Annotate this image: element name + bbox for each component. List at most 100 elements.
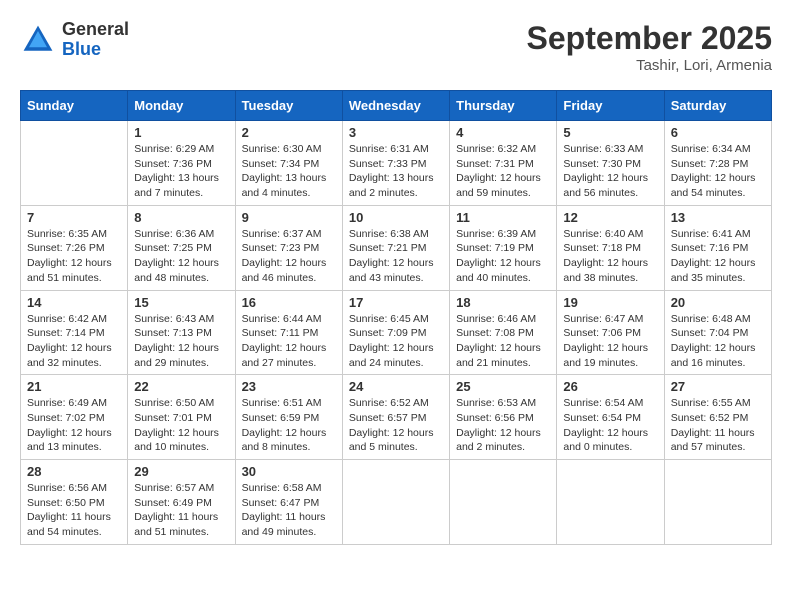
day-number: 25 bbox=[456, 379, 550, 394]
cell-line: Sunset: 6:56 PM bbox=[456, 411, 550, 426]
cell-line: and 21 minutes. bbox=[456, 356, 550, 371]
cell-info: Sunrise: 6:40 AMSunset: 7:18 PMDaylight:… bbox=[563, 227, 657, 286]
cell-line: Daylight: 12 hours bbox=[349, 426, 443, 441]
day-number: 9 bbox=[242, 210, 336, 225]
cell-info: Sunrise: 6:57 AMSunset: 6:49 PMDaylight:… bbox=[134, 481, 228, 540]
cell-line: Sunrise: 6:50 AM bbox=[134, 396, 228, 411]
cell-info: Sunrise: 6:34 AMSunset: 7:28 PMDaylight:… bbox=[671, 142, 765, 201]
cell-line: Sunset: 7:11 PM bbox=[242, 326, 336, 341]
cell-info: Sunrise: 6:32 AMSunset: 7:31 PMDaylight:… bbox=[456, 142, 550, 201]
cell-line: Daylight: 13 hours bbox=[134, 171, 228, 186]
cell-line: Sunrise: 6:46 AM bbox=[456, 312, 550, 327]
cell-line: and 59 minutes. bbox=[456, 186, 550, 201]
cell-line: Daylight: 12 hours bbox=[456, 426, 550, 441]
calendar-cell: 15Sunrise: 6:43 AMSunset: 7:13 PMDayligh… bbox=[128, 290, 235, 375]
calendar-cell: 25Sunrise: 6:53 AMSunset: 6:56 PMDayligh… bbox=[450, 375, 557, 460]
day-number: 24 bbox=[349, 379, 443, 394]
calendar-table: SundayMondayTuesdayWednesdayThursdayFrid… bbox=[20, 90, 772, 545]
title-block: September 2025 Tashir, Lori, Armenia bbox=[527, 20, 772, 74]
calendar-cell: 29Sunrise: 6:57 AMSunset: 6:49 PMDayligh… bbox=[128, 460, 235, 545]
cell-line: Sunset: 7:13 PM bbox=[134, 326, 228, 341]
logo-blue: Blue bbox=[62, 40, 129, 60]
cell-line: Daylight: 12 hours bbox=[456, 341, 550, 356]
cell-line: Sunset: 7:14 PM bbox=[27, 326, 121, 341]
cell-line: Sunrise: 6:36 AM bbox=[134, 227, 228, 242]
cell-line: and 56 minutes. bbox=[563, 186, 657, 201]
week-row-3: 14 Sunrise: 6:42 AMSunset: 7:14 PM Dayligh… bbox=[21, 290, 772, 375]
day-number: 26 bbox=[563, 379, 657, 394]
cell-line: Sunrise: 6:42 AM bbox=[27, 312, 121, 327]
location: Tashir, Lori, Armenia bbox=[527, 57, 772, 74]
day-number: 16 bbox=[242, 295, 336, 310]
page-header: General Blue September 2025 Tashir, Lori… bbox=[20, 20, 772, 74]
cell-line: Sunrise: 6:47 AM bbox=[563, 312, 657, 327]
col-header-sunday: Sunday bbox=[21, 91, 128, 121]
calendar-cell: 8Sunrise: 6:36 AMSunset: 7:25 PMDaylight… bbox=[128, 205, 235, 290]
cell-line: Sunset: 6:54 PM bbox=[563, 411, 657, 426]
cell-info: Sunrise: 6:47 AMSunset: 7:06 PMDaylight:… bbox=[563, 312, 657, 371]
cell-info: Sunrise: 6:44 AMSunset: 7:11 PMDaylight:… bbox=[242, 312, 336, 371]
cell-info: Sunrise: 6:43 AMSunset: 7:13 PMDaylight:… bbox=[134, 312, 228, 371]
month-title: September 2025 bbox=[527, 20, 772, 57]
day-number: 2 bbox=[242, 125, 336, 140]
cell-info: Sunrise: 6:50 AMSunset: 7:01 PMDaylight:… bbox=[134, 396, 228, 455]
cell-line: Sunrise: 6:35 AM bbox=[27, 227, 121, 242]
cell-line: Sunset: 7:16 PM bbox=[671, 241, 765, 256]
cell-line: Daylight: 11 hours bbox=[27, 510, 121, 525]
cell-line: Sunset: 7:06 PM bbox=[563, 326, 657, 341]
col-header-wednesday: Wednesday bbox=[342, 91, 449, 121]
calendar-cell: 10Sunrise: 6:38 AMSunset: 7:21 PMDayligh… bbox=[342, 205, 449, 290]
cell-info: Sunrise: 6:54 AMSunset: 6:54 PMDaylight:… bbox=[563, 396, 657, 455]
day-number: 23 bbox=[242, 379, 336, 394]
col-header-friday: Friday bbox=[557, 91, 664, 121]
day-number: 4 bbox=[456, 125, 550, 140]
cell-line: Sunset: 7:30 PM bbox=[563, 157, 657, 172]
day-number: 8 bbox=[134, 210, 228, 225]
cell-line: Sunset: 7:23 PM bbox=[242, 241, 336, 256]
cell-line: Sunrise: 6:38 AM bbox=[349, 227, 443, 242]
cell-line: Daylight: 12 hours bbox=[349, 341, 443, 356]
calendar-cell: 9 Sunrise: 6:37 AMSunset: 7:23 PMDaylight… bbox=[235, 205, 342, 290]
cell-line: Sunrise: 6:41 AM bbox=[671, 227, 765, 242]
cell-line: Sunrise: 6:34 AM bbox=[671, 142, 765, 157]
cell-info: Sunrise: 6:37 AMSunset: 7:23 PMDaylight:… bbox=[242, 227, 336, 286]
calendar-cell bbox=[342, 460, 449, 545]
cell-line: and 24 minutes. bbox=[349, 356, 443, 371]
day-number: 19 bbox=[563, 295, 657, 310]
calendar-cell: 20Sunrise: 6:48 AMSunset: 7:04 PMDayligh… bbox=[664, 290, 771, 375]
cell-line: and 43 minutes. bbox=[349, 271, 443, 286]
day-number: 30 bbox=[242, 464, 336, 479]
cell-line: Sunset: 7:25 PM bbox=[134, 241, 228, 256]
cell-info: Sunrise: 6:30 AMSunset: 7:34 PMDaylight:… bbox=[242, 142, 336, 201]
day-number: 20 bbox=[671, 295, 765, 310]
cell-line: Sunrise: 6:31 AM bbox=[349, 142, 443, 157]
day-number: 14 bbox=[27, 295, 121, 310]
cell-line: and 5 minutes. bbox=[349, 440, 443, 455]
cell-line: Sunset: 7:08 PM bbox=[456, 326, 550, 341]
logo: General Blue bbox=[20, 20, 129, 60]
cell-line: and 46 minutes. bbox=[242, 271, 336, 286]
cell-line: Daylight: 12 hours bbox=[456, 171, 550, 186]
cell-line: Daylight: 11 hours bbox=[671, 426, 765, 441]
cell-line: Daylight: 12 hours bbox=[242, 426, 336, 441]
calendar-cell: 28Sunrise: 6:56 AMSunset: 6:50 PMDayligh… bbox=[21, 460, 128, 545]
calendar-cell: 17Sunrise: 6:45 AMSunset: 7:09 PMDayligh… bbox=[342, 290, 449, 375]
day-number: 22 bbox=[134, 379, 228, 394]
cell-line: Daylight: 11 hours bbox=[134, 510, 228, 525]
cell-line: Sunrise: 6:57 AM bbox=[134, 481, 228, 496]
cell-line: Sunrise: 6:39 AM bbox=[456, 227, 550, 242]
cell-line: Sunrise: 6:29 AM bbox=[134, 142, 228, 157]
cell-line: Sunrise: 6:51 AM bbox=[242, 396, 336, 411]
cell-info: Sunrise: 6:33 AMSunset: 7:30 PMDaylight:… bbox=[563, 142, 657, 201]
calendar-cell: 19 Sunrise: 6:47 AMSunset: 7:06 PMDayligh… bbox=[557, 290, 664, 375]
cell-line: Sunset: 7:19 PM bbox=[456, 241, 550, 256]
calendar-cell: 6Sunrise: 6:34 AMSunset: 7:28 PMDaylight… bbox=[664, 121, 771, 206]
cell-line: Daylight: 12 hours bbox=[242, 256, 336, 271]
cell-line: Sunrise: 6:45 AM bbox=[349, 312, 443, 327]
cell-info: Sunrise: 6:49 AMSunset: 7:02 PMDaylight:… bbox=[27, 396, 121, 455]
day-number: 18 bbox=[456, 295, 550, 310]
cell-line: Daylight: 12 hours bbox=[349, 256, 443, 271]
cell-line: Daylight: 12 hours bbox=[134, 426, 228, 441]
cell-line: Sunset: 6:50 PM bbox=[27, 496, 121, 511]
cell-line: and 38 minutes. bbox=[563, 271, 657, 286]
